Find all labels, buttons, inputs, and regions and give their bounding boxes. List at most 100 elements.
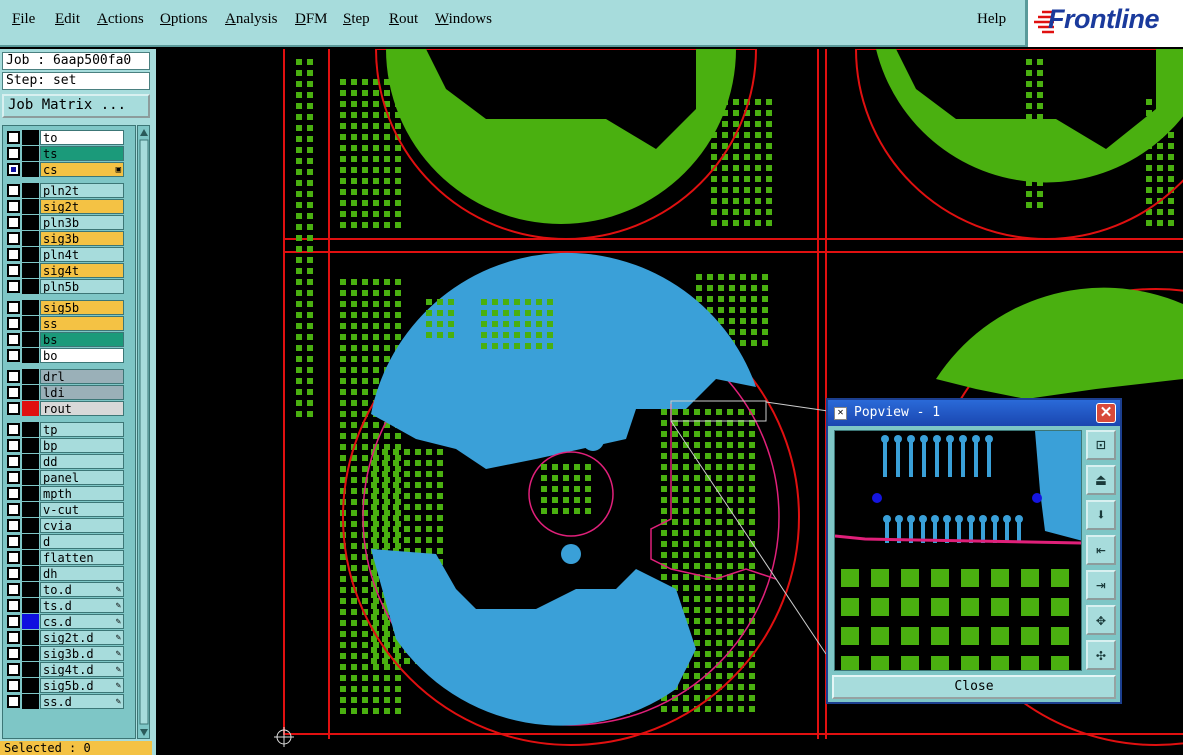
layer-checkbox[interactable] [7,455,20,468]
pan-left-icon[interactable]: ⇤ [1086,535,1116,565]
layer-row-pln2t[interactable]: pln2t [4,183,135,198]
layer-color-swatch[interactable] [22,279,39,294]
layer-row-pln4t[interactable]: pln4t [4,247,135,262]
layer-checkbox[interactable] [7,423,20,436]
layer-row-sig5b-d[interactable]: sig5b.d ✎ [4,678,135,693]
layer-row-dd[interactable]: dd [4,454,135,469]
layer-color-swatch[interactable] [22,630,39,645]
layer-name[interactable]: to [40,130,124,145]
layer-row-flatten[interactable]: flatten [4,550,135,565]
menu-dfm[interactable]: DFM [295,11,328,28]
layer-checkbox[interactable] [7,679,20,692]
layer-name[interactable]: rout [40,401,124,416]
layer-name[interactable]: cs ▣ [40,162,124,177]
layer-row-sig4t[interactable]: sig4t [4,263,135,278]
layer-color-swatch[interactable] [22,470,39,485]
layer-name[interactable]: cvia [40,518,124,533]
menu-help[interactable]: Help [977,11,1006,28]
layer-row-sig3b-d[interactable]: sig3b.d ✎ [4,646,135,661]
layer-name[interactable]: cs.d ✎ [40,614,124,629]
layer-checkbox[interactable] [7,647,20,660]
layer-checkbox[interactable] [7,551,20,564]
layer-color-swatch[interactable] [22,369,39,384]
layer-checkbox[interactable] [7,317,20,330]
layer-color-swatch[interactable] [22,231,39,246]
layer-row-dh[interactable]: dh [4,566,135,581]
layer-color-swatch[interactable] [22,146,39,161]
layer-row-v-cut[interactable]: v-cut [4,502,135,517]
layer-row-pln3b[interactable]: pln3b [4,215,135,230]
layer-color-swatch[interactable] [22,566,39,581]
layer-row-to[interactable]: to [4,130,135,145]
layer-row-panel[interactable]: panel [4,470,135,485]
layer-list-scrollbar[interactable] [137,125,150,739]
layer-name[interactable]: sig5b.d ✎ [40,678,124,693]
layer-checkbox[interactable] [7,567,20,580]
layer-row-rout[interactable]: rout [4,401,135,416]
layer-color-swatch[interactable] [22,694,39,709]
layer-name[interactable]: dh [40,566,124,581]
menu-file[interactable]: File [12,11,35,28]
popview-close-icon[interactable]: ✕ [1096,403,1116,423]
layer-checkbox[interactable] [7,184,20,197]
pan-up-icon[interactable]: ⏏ [1086,465,1116,495]
layer-color-swatch[interactable] [22,486,39,501]
layer-color-swatch[interactable] [22,332,39,347]
move-icon[interactable]: ✣ [1086,640,1116,670]
zoom-out-icon[interactable]: ✥ [1086,605,1116,635]
layer-row-bo[interactable]: bo [4,348,135,363]
layer-row-to-d[interactable]: to.d ✎ [4,582,135,597]
layer-name[interactable]: sig3b.d ✎ [40,646,124,661]
layer-checkbox[interactable] [7,280,20,293]
layer-checkbox[interactable] [7,503,20,516]
layer-checkbox[interactable] [7,349,20,362]
layer-name[interactable]: dd [40,454,124,469]
layer-row-ts[interactable]: ts [4,146,135,161]
layer-row-ldi[interactable]: ldi [4,385,135,400]
layer-name[interactable]: ts.d ✎ [40,598,124,613]
layer-name[interactable]: pln5b [40,279,124,294]
layer-checkbox[interactable] [7,439,20,452]
layer-name[interactable]: sig2t.d ✎ [40,630,124,645]
layer-row-ss-d[interactable]: ss.d ✎ [4,694,135,709]
layer-name[interactable]: drl [40,369,124,384]
layer-color-swatch[interactable] [22,348,39,363]
popview-zoom-view[interactable] [834,430,1082,671]
layer-name[interactable]: sig3b [40,231,124,246]
layer-checkbox[interactable] [7,131,20,144]
layer-checkbox[interactable] [7,232,20,245]
layer-name[interactable]: ss.d ✎ [40,694,124,709]
layer-row-mpth[interactable]: mpth [4,486,135,501]
layer-checkbox[interactable] [7,663,20,676]
layer-color-swatch[interactable] [22,534,39,549]
layer-checkbox[interactable] [7,147,20,160]
layer-row-cs-d[interactable]: cs.d ✎ [4,614,135,629]
layer-row-sig5b[interactable]: sig5b [4,300,135,315]
layer-checkbox[interactable] [7,535,20,548]
layer-checkbox[interactable] [7,583,20,596]
layer-checkbox[interactable] [7,695,20,708]
layer-checkbox[interactable] [7,370,20,383]
layer-color-swatch[interactable] [22,662,39,677]
layer-name[interactable]: mpth [40,486,124,501]
layer-color-swatch[interactable] [22,438,39,453]
layer-name[interactable]: sig4t.d ✎ [40,662,124,677]
menu-step[interactable]: Step [343,11,370,28]
popview-title[interactable]: Popview - 1 [828,400,1120,426]
layer-row-ts-d[interactable]: ts.d ✎ [4,598,135,613]
layer-color-swatch[interactable] [22,582,39,597]
layer-row-sig4t-d[interactable]: sig4t.d ✎ [4,662,135,677]
layer-checkbox[interactable] [7,599,20,612]
layer-name[interactable]: ldi [40,385,124,400]
layer-checkbox[interactable] [7,248,20,261]
layer-color-swatch[interactable] [22,199,39,214]
layer-checkbox[interactable] [7,301,20,314]
layer-checkbox[interactable] [7,264,20,277]
layer-name[interactable]: sig2t [40,199,124,214]
menu-analysis[interactable]: Analysis [225,11,278,28]
menu-options[interactable]: Options [160,11,208,28]
layer-row-pln5b[interactable]: pln5b [4,279,135,294]
layer-checkbox[interactable] [7,200,20,213]
layer-checkbox[interactable] [7,386,20,399]
layer-color-swatch[interactable] [22,263,39,278]
